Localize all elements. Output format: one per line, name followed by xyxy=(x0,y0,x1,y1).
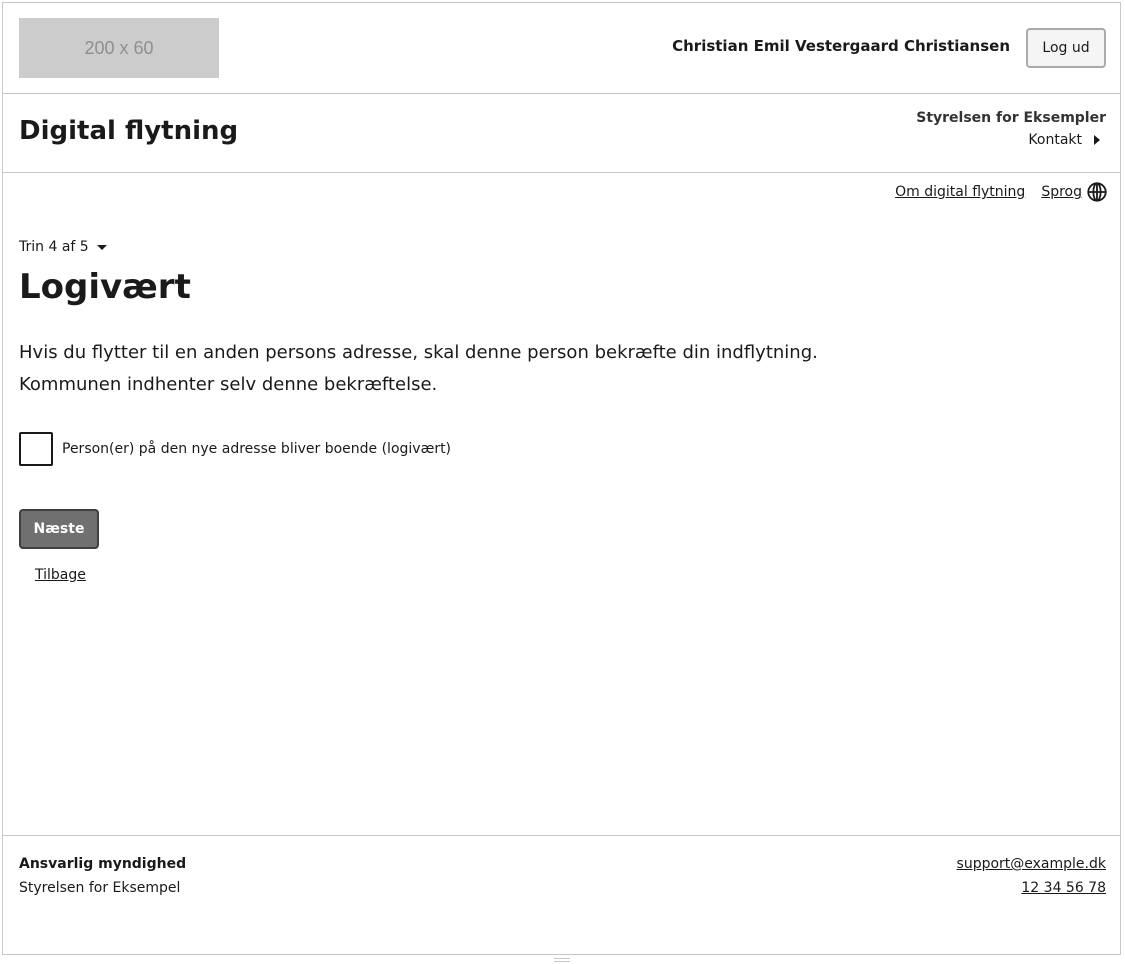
page-frame: 200 x 60 Christian Emil Vestergaard Chri… xyxy=(2,2,1121,955)
user-name: Christian Emil Vestergaard Christiansen xyxy=(672,37,1010,55)
about-link[interactable]: Om digital flytning xyxy=(895,184,1025,200)
authority-name: Styrelsen for Eksempler xyxy=(916,110,1106,126)
resize-handle[interactable] xyxy=(554,958,570,962)
footer-contact-block: support@example.dk 12 34 56 78 xyxy=(957,852,1106,900)
host-checkbox[interactable] xyxy=(19,432,53,466)
site-header: Digital flytning Styrelsen for Eksempler… xyxy=(3,94,1120,173)
caret-right-icon xyxy=(1094,135,1100,145)
language-label: Sprog xyxy=(1041,184,1082,200)
support-phone-link[interactable]: 12 34 56 78 xyxy=(957,876,1106,900)
next-button[interactable]: Næste xyxy=(19,509,99,549)
step-indicator[interactable]: Trin 4 af 5 xyxy=(19,239,107,255)
footer-heading: Ansvarlig myndighed xyxy=(19,856,187,872)
utility-links: Om digital flytning Sprog xyxy=(895,181,1108,203)
logo-placeholder[interactable]: 200 x 60 xyxy=(19,18,219,78)
footer-authority-name: Styrelsen for Eksempel xyxy=(19,880,181,896)
top-header: 200 x 60 Christian Emil Vestergaard Chri… xyxy=(3,3,1120,94)
host-checkbox-label[interactable]: Person(er) på den nye adresse bliver boe… xyxy=(62,441,451,457)
back-link[interactable]: Tilbage xyxy=(35,567,86,583)
contact-link[interactable]: Kontakt xyxy=(1028,132,1106,148)
authority-block: Styrelsen for Eksempler Kontakt xyxy=(916,110,1106,148)
host-checkbox-row[interactable]: Person(er) på den nye adresse bliver boe… xyxy=(19,432,451,466)
language-link[interactable]: Sprog xyxy=(1041,181,1108,203)
support-email-link[interactable]: support@example.dk xyxy=(957,852,1106,876)
globe-icon xyxy=(1087,182,1107,202)
page-title: Logivært xyxy=(19,267,191,307)
caret-down-icon xyxy=(96,244,107,250)
logout-button[interactable]: Log ud xyxy=(1026,28,1106,68)
intro-text: Hvis du flytter til en anden persons adr… xyxy=(19,337,818,401)
site-title[interactable]: Digital flytning xyxy=(19,116,238,146)
contact-label: Kontakt xyxy=(1028,132,1082,148)
footer-authority-block: Ansvarlig myndighed Styrelsen for Eksemp… xyxy=(19,852,186,900)
step-indicator-text: Trin 4 af 5 xyxy=(19,239,89,255)
intro-line-2: Kommunen indhenter selv denne bekræftels… xyxy=(19,374,438,395)
footer: Ansvarlig myndighed Styrelsen for Eksemp… xyxy=(3,835,1120,954)
intro-line-1: Hvis du flytter til en anden persons adr… xyxy=(19,342,818,363)
logo-placeholder-text: 200 x 60 xyxy=(84,37,154,58)
